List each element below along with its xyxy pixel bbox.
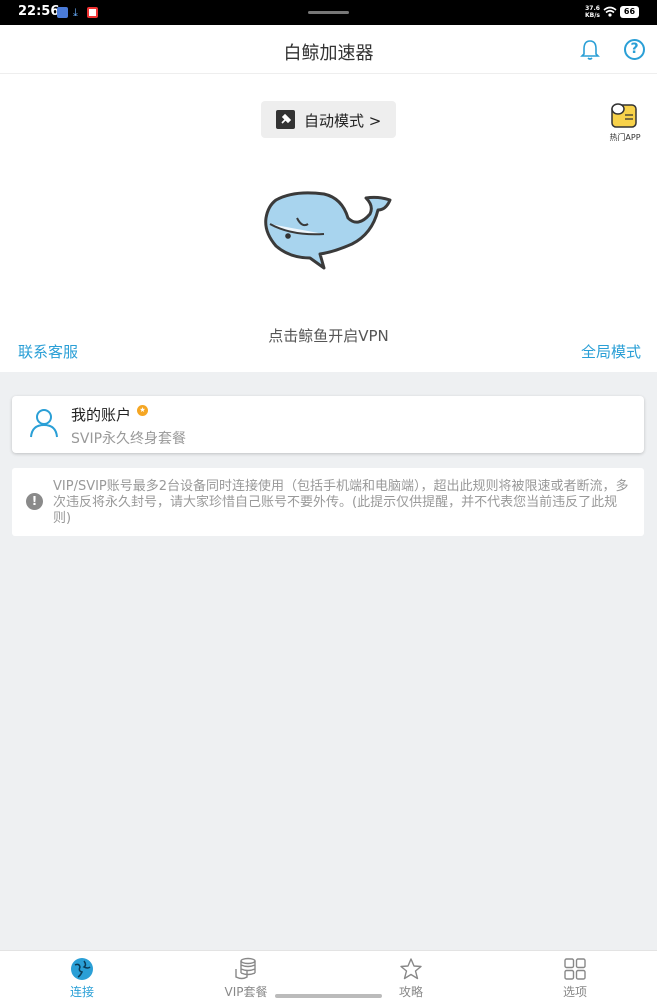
bell-icon[interactable] bbox=[580, 39, 600, 61]
main-panel: 白鲸加速器 ? 自动模式 > 热门APP 点击鲸鱼开启VPN 联系客服 全局模式 bbox=[0, 25, 657, 372]
battery-indicator: 66 bbox=[620, 6, 639, 18]
mail-icon bbox=[87, 7, 98, 18]
connect-hint: 点击鲸鱼开启VPN bbox=[268, 327, 389, 345]
warning-icon: ! bbox=[26, 493, 43, 510]
star-icon bbox=[400, 958, 422, 980]
bottom-tab-bar: 连接 VIP套餐 攻略 选项 bbox=[0, 950, 657, 1000]
wifi-icon bbox=[603, 6, 617, 17]
download-icon: ⤓ bbox=[73, 6, 78, 19]
hot-app-button[interactable]: 热门APP bbox=[605, 101, 645, 145]
header-divider bbox=[0, 73, 657, 74]
notice-text: VIP/SVIP账号最多2台设备同时连接使用（包括手机端和电脑端），超出此规则将… bbox=[53, 479, 629, 526]
hot-app-icon bbox=[611, 103, 637, 128]
coins-icon bbox=[235, 957, 256, 980]
hot-app-label: 热门APP bbox=[609, 133, 641, 142]
page-title: 白鲸加速器 bbox=[283, 43, 374, 64]
home-indicator[interactable] bbox=[275, 994, 382, 998]
network-speed: 37.6 KB/s bbox=[585, 5, 600, 19]
tab-vip[interactable]: VIP套餐 bbox=[201, 951, 291, 1000]
mode-selector-button[interactable]: 自动模式 > bbox=[261, 101, 396, 138]
globe-icon bbox=[71, 958, 93, 980]
tab-label: 连接 bbox=[69, 985, 94, 999]
status-pill bbox=[308, 11, 349, 14]
whale-connect-button[interactable] bbox=[262, 188, 394, 270]
user-icon bbox=[30, 409, 58, 438]
notice-box: ! VIP/SVIP账号最多2台设备同时连接使用（包括手机端和电脑端），超出此规… bbox=[12, 468, 644, 536]
tab-connect[interactable]: 连接 bbox=[37, 951, 127, 1000]
contact-support-link[interactable]: 联系客服 bbox=[18, 341, 78, 362]
help-icon[interactable]: ? bbox=[624, 39, 645, 60]
account-title: 我的账户 bbox=[71, 406, 132, 424]
status-time: 22:56 bbox=[18, 4, 60, 19]
tab-label: 选项 bbox=[562, 985, 587, 999]
tab-guide[interactable]: 攻略 bbox=[366, 951, 456, 1000]
account-plan: SVIP永久终身套餐 bbox=[71, 431, 187, 447]
grid-icon bbox=[564, 958, 586, 980]
pin-icon bbox=[276, 110, 295, 129]
account-card[interactable]: 我的账户 ★ SVIP永久终身套餐 bbox=[12, 396, 644, 453]
tab-options[interactable]: 选项 bbox=[530, 951, 620, 1000]
vip-badge-icon: ★ bbox=[137, 405, 148, 416]
global-mode-link[interactable]: 全局模式 bbox=[581, 341, 641, 362]
app-notification-icon bbox=[57, 7, 68, 18]
status-bar: 22:56 ⤓ 37.6 KB/s 66 bbox=[0, 0, 657, 25]
mode-label: 自动模式 > bbox=[304, 112, 382, 130]
